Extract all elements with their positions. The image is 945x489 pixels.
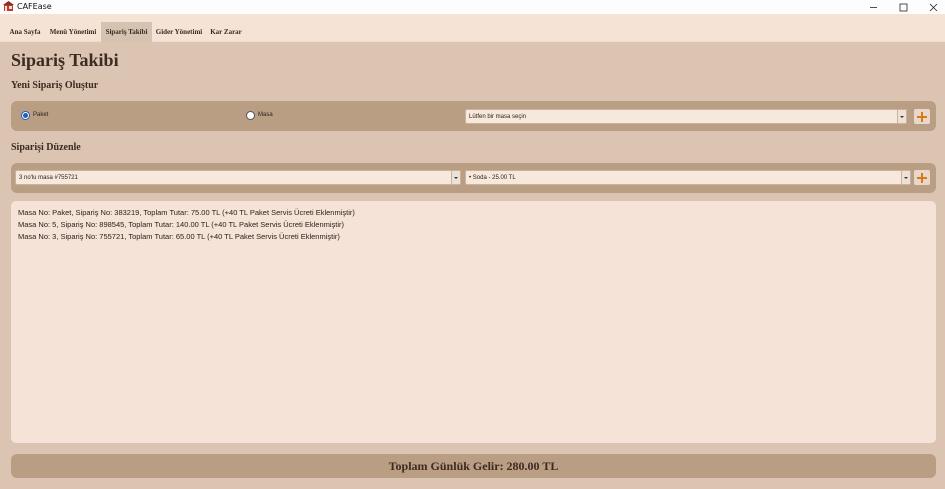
new-order-section-title: Yeni Sipariş Oluştur — [11, 80, 99, 91]
create-order-button[interactable] — [913, 108, 931, 125]
maximize-icon — [899, 3, 907, 11]
list-item[interactable]: Masa No: 5, Sipariş No: 898545, Toplam T… — [18, 219, 929, 231]
radio-masa-label: Masa — [258, 112, 273, 118]
plus-icon — [917, 111, 927, 122]
list-item[interactable]: Masa No: 3, Sipariş No: 755721, Toplam T… — [18, 231, 929, 243]
chevron-down-icon[interactable] — [897, 110, 906, 123]
product-select[interactable]: • Soda - 25.00 TL — [465, 170, 911, 185]
main-navbar: Ana Sayfa Menü Yönetimi Sipariş Takibi G… — [0, 14, 945, 42]
list-item[interactable]: Masa No: Paket, Sipariş No: 383219, Topl… — [18, 207, 929, 219]
edit-order-section-title: Siparişi Düzenle — [11, 142, 81, 153]
radio-paket-label: Paket — [33, 112, 49, 118]
window-title: CAFEase — [17, 2, 52, 11]
daily-total-bar: Toplam Günlük Gelir: 280.00 TL — [11, 454, 936, 478]
minimize-icon — [869, 6, 877, 8]
minimize-button[interactable] — [856, 0, 890, 14]
orders-list[interactable]: Masa No: Paket, Sipariş No: 383219, Topl… — [11, 201, 936, 443]
product-select-value: • Soda - 25.00 TL — [469, 175, 516, 181]
app-logo-icon — [3, 1, 14, 11]
table-select-value: Lütfen bir masa seçin — [469, 114, 527, 120]
order-select-value: 3 no'lu masa #755721 — [19, 175, 78, 181]
window-titlebar: CAFEase — [0, 0, 945, 14]
maximize-button[interactable] — [886, 0, 920, 14]
close-icon — [929, 3, 937, 11]
tab-gider-yonetimi[interactable]: Gider Yönetimi — [154, 22, 204, 42]
radio-paket-indicator[interactable] — [21, 111, 30, 120]
radio-masa[interactable]: Masa — [246, 111, 273, 120]
chevron-down-icon[interactable] — [451, 171, 460, 184]
tab-kar-zarar[interactable]: Kar Zarar — [207, 22, 245, 42]
plus-icon — [917, 172, 927, 183]
chevron-down-icon[interactable] — [901, 171, 910, 184]
table-select[interactable]: Lütfen bir masa seçin — [465, 109, 907, 124]
add-item-button[interactable] — [913, 169, 931, 186]
tab-menu-yonetimi[interactable]: Menü Yönetimi — [47, 22, 99, 42]
close-button[interactable] — [916, 0, 945, 14]
tab-ana-sayfa[interactable]: Ana Sayfa — [6, 22, 44, 42]
daily-total-label: Toplam Günlük Gelir: 280.00 TL — [388, 459, 559, 473]
radio-paket[interactable]: Paket — [21, 111, 48, 120]
radio-masa-indicator[interactable] — [246, 111, 255, 120]
tab-siparis-takibi[interactable]: Sipariş Takibi — [101, 22, 152, 42]
order-select[interactable]: 3 no'lu masa #755721 — [15, 170, 461, 185]
page-title: Sipariş Takibi — [11, 50, 119, 70]
